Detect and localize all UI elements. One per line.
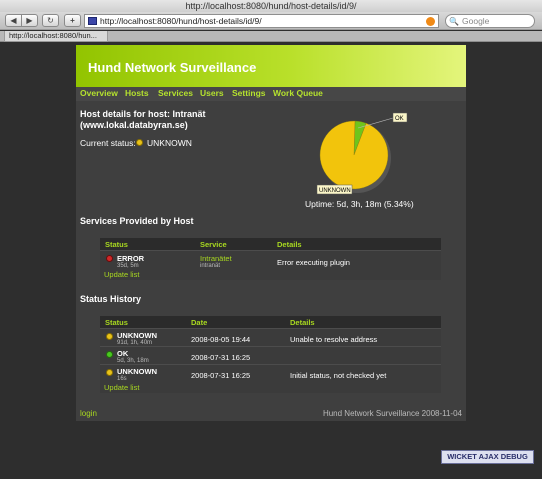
uptime-pie-svg: OK UNKNOWN: [316, 112, 408, 195]
services-heading: Services Provided by Host: [80, 216, 194, 226]
search-placeholder: Google: [462, 16, 490, 26]
uptime-caption: Uptime: 5d, 3h, 18m (5.34%): [305, 199, 414, 209]
rss-icon[interactable]: [426, 17, 435, 26]
browser-tab[interactable]: http://localhost:8080/hun...: [4, 31, 108, 42]
address-bar-url: http://localhost:8080/hund/host-details/…: [100, 16, 262, 26]
host-address: (www.lokal.databyran.se): [80, 120, 188, 130]
status-unknown-icon: [136, 139, 143, 146]
status-unknown-icon: [106, 369, 113, 376]
row-duration: 16s: [117, 376, 127, 382]
page-footer: login Hund Network Surveillance 2008-11-…: [76, 405, 466, 421]
site-title: Hund Network Surveillance: [88, 60, 257, 75]
current-status-label: Current status:: [80, 138, 136, 148]
add-bookmark-button[interactable]: +: [64, 14, 81, 27]
row-status: UNKNOWN: [117, 367, 157, 376]
row-duration: 35d, 5m: [117, 263, 139, 269]
row-date: 2008-08-05 19:44: [191, 335, 251, 344]
history-heading: Status History: [80, 294, 142, 304]
service-link[interactable]: Intranätet: [200, 254, 232, 263]
pie-label-ok: OK: [395, 116, 404, 122]
table-row[interactable]: OK 5d, 3h, 18m 2008-07-31 16:25: [100, 346, 441, 364]
wicket-ajax-debug-button[interactable]: WICKET AJAX DEBUG: [441, 450, 534, 464]
current-status-value: UNKNOWN: [147, 138, 192, 148]
site-banner: Hund Network Surveillance: [76, 45, 466, 87]
forward-button[interactable]: ▶: [21, 14, 38, 27]
nav-overview[interactable]: Overview: [80, 88, 118, 98]
row-status: UNKNOWN: [117, 331, 157, 340]
window-title: http://localhost:8080/hund/host-details/…: [0, 0, 542, 12]
history-table-header: Status Date Details: [100, 316, 441, 328]
nav-work-queue[interactable]: Work Queue: [273, 88, 323, 98]
nav-services[interactable]: Services: [158, 88, 193, 98]
col-service: Service: [200, 240, 227, 249]
col-date: Date: [191, 318, 208, 327]
nav-hosts[interactable]: Hosts: [125, 88, 149, 98]
nav-settings[interactable]: Settings: [232, 88, 266, 98]
col-details: Details: [277, 240, 302, 249]
services-table: Status Service Details ERROR 35d, 5m Int…: [100, 238, 441, 280]
tab-strip: http://localhost:8080/hun...: [0, 31, 542, 42]
row-status: ERROR: [117, 254, 145, 263]
reload-icon: ↻: [47, 16, 54, 25]
pie-slice-unknown: [319, 120, 389, 190]
nav-users[interactable]: Users: [200, 88, 224, 98]
col-status: Status: [105, 240, 128, 249]
table-row[interactable]: ERROR 35d, 5m Intranätet intranät Error …: [100, 250, 441, 269]
status-ok-icon: [106, 351, 113, 358]
search-field[interactable]: 🔍 Google: [445, 14, 535, 28]
history-table: Status Date Details UNKNOWN 91d, 1h, 40m…: [100, 316, 441, 393]
service-host: intranät: [200, 263, 221, 269]
row-details: Error executing plugin: [277, 258, 350, 267]
back-arrow-icon: ◀: [10, 16, 17, 25]
address-bar[interactable]: http://localhost:8080/hund/host-details/…: [84, 14, 439, 28]
page-container: Hund Network Surveillance Overview Hosts…: [76, 45, 466, 421]
pie-label-unknown: UNKNOWN: [319, 188, 351, 194]
table-row[interactable]: UNKNOWN 16s 2008-07-31 16:25 Initial sta…: [100, 364, 441, 382]
browser-toolbar: ◀ ▶ ↻ + http://localhost:8080/hund/host-…: [0, 12, 542, 30]
footer-copyright: Hund Network Surveillance 2008-11-04: [322, 409, 462, 418]
reload-button[interactable]: ↻: [42, 14, 59, 27]
history-update-link[interactable]: Update list: [104, 383, 139, 392]
uptime-pie-chart: OK UNKNOWN: [314, 109, 434, 201]
plus-icon: +: [70, 16, 75, 25]
row-details: Unable to resolve address: [290, 335, 378, 344]
row-date: 2008-07-31 16:25: [191, 371, 251, 380]
login-link[interactable]: login: [80, 409, 97, 418]
col-status: Status: [105, 318, 128, 327]
status-error-icon: [106, 255, 113, 262]
row-status: OK: [117, 349, 129, 358]
row-date: 2008-07-31 16:25: [191, 353, 251, 362]
services-table-header: Status Service Details: [100, 238, 441, 250]
host-heading: Host details for host: Intranät: [80, 109, 206, 119]
services-update-link[interactable]: Update list: [104, 270, 139, 279]
status-unknown-icon: [106, 333, 113, 340]
forward-arrow-icon: ▶: [26, 16, 33, 25]
site-favicon-icon: [88, 17, 97, 25]
back-button[interactable]: ◀: [5, 14, 22, 27]
row-details: Initial status, not checked yet: [290, 371, 387, 380]
col-details: Details: [290, 318, 315, 327]
table-row[interactable]: UNKNOWN 91d, 1h, 40m 2008-08-05 19:44 Un…: [100, 328, 441, 346]
magnifier-icon: 🔍: [449, 17, 459, 26]
main-nav: Overview Hosts Services Users Settings W…: [76, 87, 466, 101]
